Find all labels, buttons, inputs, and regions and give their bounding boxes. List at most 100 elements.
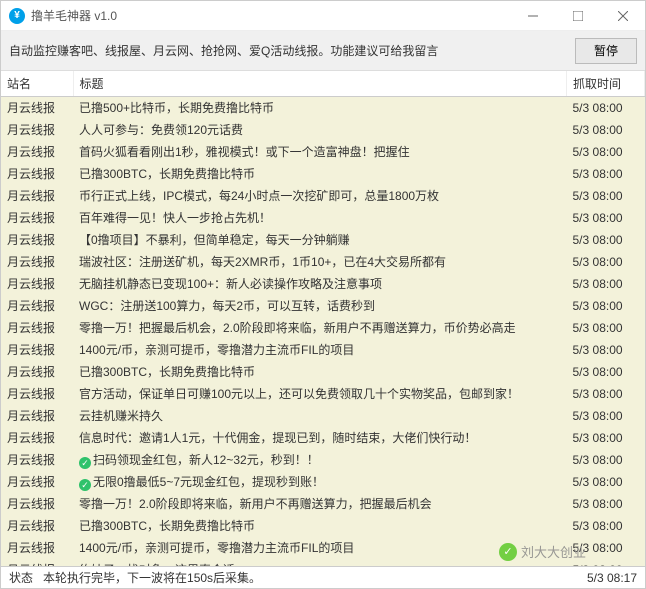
cell-time: 5/3 08:00	[567, 97, 645, 120]
cell-time: 5/3 08:00	[567, 361, 645, 383]
status-clock: 5/3 08:17	[587, 571, 637, 585]
table-row[interactable]: 月云线报瑞波社区：注册送矿机，每天2XMR币，1币10+，已在4大交易所都有5/…	[1, 251, 645, 273]
toolbar-description: 自动监控赚客吧、线报屋、月云网、抢抢网、爱Q活动线报。功能建议可给我留言	[9, 42, 575, 59]
table-row[interactable]: 月云线报WGC：注册送100算力，每天2币，可以互转，话费秒到5/3 08:00	[1, 295, 645, 317]
cell-time: 5/3 08:00	[567, 537, 645, 559]
table-row[interactable]: 月云线报币行正式上线，IPC模式，每24小时点一次挖矿即可，总量1800万枚5/…	[1, 185, 645, 207]
table-row[interactable]: 月云线报官方活动，保证单日可赚100元以上，还可以免费领取几十个实物奖品，包邮到…	[1, 383, 645, 405]
cell-site: 月云线报	[1, 163, 73, 185]
cell-title: 百年难得一见！快人一步抢占先机！	[73, 207, 567, 229]
status-label: 状态	[9, 569, 33, 586]
cell-site: 月云线报	[1, 185, 73, 207]
table-row[interactable]: 月云线报1400元/币，亲测可提币，零撸潜力主流币FIL的项目5/3 08:00	[1, 537, 645, 559]
cell-time: 5/3 08:00	[567, 229, 645, 251]
table-scroll[interactable]: 站名 标题 抓取时间 月云线报已撸500+比特币，长期免费撸比特币5/3 08:…	[1, 71, 645, 566]
cell-time: 5/3 08:00	[567, 207, 645, 229]
cell-time: 5/3 08:00	[567, 559, 645, 566]
cell-time: 5/3 08:00	[567, 185, 645, 207]
green-dot-icon: ✓	[79, 479, 91, 491]
status-message: 本轮执行完毕，下一波将在150s后采集。	[43, 569, 587, 586]
cell-title: 云挂机赚米持久	[73, 405, 567, 427]
cell-title: 1400元/币，亲测可提币，零撸潜力主流币FIL的项目	[73, 339, 567, 361]
window-title: 撸羊毛神器 v1.0	[31, 7, 510, 24]
table-row[interactable]: 月云线报约妹子，找对象，这里真合适5/3 08:00	[1, 559, 645, 566]
table-row[interactable]: 月云线报已撸300BTC，长期免费撸比特币5/3 08:00	[1, 515, 645, 537]
cell-title: 人人可参与：免费领120元话费	[73, 119, 567, 141]
cell-time: 5/3 08:00	[567, 449, 645, 471]
table-row[interactable]: 月云线报零撸一万！把握最后机会，2.0阶段即将来临，新用户不再赠送算力，币价势必…	[1, 317, 645, 339]
table-row[interactable]: 月云线报信息时代：邀请1人1元，十代佣金，提现已到，随时结束，大佬们快行动！5/…	[1, 427, 645, 449]
cell-time: 5/3 08:00	[567, 471, 645, 493]
table-row[interactable]: 月云线报已撸300BTC，长期免费撸比特币5/3 08:00	[1, 361, 645, 383]
cell-site: 月云线报	[1, 449, 73, 471]
cell-site: 月云线报	[1, 493, 73, 515]
cell-title: 已撸300BTC，长期免费撸比特币	[73, 361, 567, 383]
minimize-button[interactable]	[510, 1, 555, 31]
table-row[interactable]: 月云线报无脑挂机静态已变现100+：新人必读操作攻略及注意事项5/3 08:00	[1, 273, 645, 295]
cell-title: 官方活动，保证单日可赚100元以上，还可以免费领取几十个实物奖品，包邮到家！	[73, 383, 567, 405]
cell-title: 已撸500+比特币，长期免费撸比特币	[73, 97, 567, 120]
cell-time: 5/3 08:00	[567, 251, 645, 273]
cell-title: ✓扫码领现金红包，新人12~32元，秒到！！	[73, 449, 567, 471]
cell-site: 月云线报	[1, 559, 73, 566]
cell-time: 5/3 08:00	[567, 339, 645, 361]
close-button[interactable]	[600, 1, 645, 31]
cell-time: 5/3 08:00	[567, 273, 645, 295]
col-header-time[interactable]: 抓取时间	[567, 71, 645, 97]
cell-time: 5/3 08:00	[567, 317, 645, 339]
cell-time: 5/3 08:00	[567, 163, 645, 185]
cell-title: 首码火狐看看刚出1秒，雅视模式！或下一个造富神盘！把握住	[73, 141, 567, 163]
cell-title: WGC：注册送100算力，每天2币，可以互转，话费秒到	[73, 295, 567, 317]
cell-site: 月云线报	[1, 119, 73, 141]
cell-title: 无脑挂机静态已变现100+：新人必读操作攻略及注意事项	[73, 273, 567, 295]
app-icon: ¥	[9, 8, 25, 24]
cell-site: 月云线报	[1, 537, 73, 559]
cell-title: 【0撸项目】不暴利，但简单稳定，每天一分钟躺赚	[73, 229, 567, 251]
cell-site: 月云线报	[1, 427, 73, 449]
toolbar: 自动监控赚客吧、线报屋、月云网、抢抢网、爱Q活动线报。功能建议可给我留言 暂停	[1, 31, 645, 71]
cell-site: 月云线报	[1, 251, 73, 273]
table-row[interactable]: 月云线报✓无限0撸最低5~7元现金红包，提现秒到账！5/3 08:00	[1, 471, 645, 493]
cell-time: 5/3 08:00	[567, 119, 645, 141]
cell-site: 月云线报	[1, 471, 73, 493]
table-row[interactable]: 月云线报百年难得一见！快人一步抢占先机！5/3 08:00	[1, 207, 645, 229]
cell-site: 月云线报	[1, 295, 73, 317]
cell-title: 币行正式上线，IPC模式，每24小时点一次挖矿即可，总量1800万枚	[73, 185, 567, 207]
feed-table: 站名 标题 抓取时间 月云线报已撸500+比特币，长期免费撸比特币5/3 08:…	[1, 71, 645, 566]
cell-title: 已撸300BTC，长期免费撸比特币	[73, 515, 567, 537]
cell-site: 月云线报	[1, 273, 73, 295]
green-dot-icon: ✓	[79, 457, 91, 469]
cell-title: 瑞波社区：注册送矿机，每天2XMR币，1币10+，已在4大交易所都有	[73, 251, 567, 273]
cell-site: 月云线报	[1, 141, 73, 163]
cell-title: 零撸一万！2.0阶段即将来临，新用户不再赠送算力，把握最后机会	[73, 493, 567, 515]
cell-time: 5/3 08:00	[567, 493, 645, 515]
cell-time: 5/3 08:00	[567, 383, 645, 405]
maximize-button[interactable]	[555, 1, 600, 31]
table-row[interactable]: 月云线报1400元/币，亲测可提币，零撸潜力主流币FIL的项目5/3 08:00	[1, 339, 645, 361]
table-row[interactable]: 月云线报首码火狐看看刚出1秒，雅视模式！或下一个造富神盘！把握住5/3 08:0…	[1, 141, 645, 163]
cell-time: 5/3 08:00	[567, 405, 645, 427]
table-row[interactable]: 月云线报✓扫码领现金红包，新人12~32元，秒到！！5/3 08:00	[1, 449, 645, 471]
cell-site: 月云线报	[1, 339, 73, 361]
titlebar: ¥ 撸羊毛神器 v1.0	[1, 1, 645, 31]
cell-site: 月云线报	[1, 229, 73, 251]
cell-time: 5/3 08:00	[567, 515, 645, 537]
cell-site: 月云线报	[1, 97, 73, 120]
table-row[interactable]: 月云线报云挂机赚米持久5/3 08:00	[1, 405, 645, 427]
table-row[interactable]: 月云线报【0撸项目】不暴利，但简单稳定，每天一分钟躺赚5/3 08:00	[1, 229, 645, 251]
table-row[interactable]: 月云线报已撸500+比特币，长期免费撸比特币5/3 08:00	[1, 97, 645, 120]
pause-button[interactable]: 暂停	[575, 38, 637, 64]
status-bar: 状态 本轮执行完毕，下一波将在150s后采集。 5/3 08:17	[1, 566, 645, 588]
cell-site: 月云线报	[1, 207, 73, 229]
cell-site: 月云线报	[1, 405, 73, 427]
cell-title: 信息时代：邀请1人1元，十代佣金，提现已到，随时结束，大佬们快行动！	[73, 427, 567, 449]
col-header-site[interactable]: 站名	[1, 71, 73, 97]
cell-title: 已撸300BTC，长期免费撸比特币	[73, 163, 567, 185]
table-row[interactable]: 月云线报已撸300BTC，长期免费撸比特币5/3 08:00	[1, 163, 645, 185]
table-row[interactable]: 月云线报零撸一万！2.0阶段即将来临，新用户不再赠送算力，把握最后机会5/3 0…	[1, 493, 645, 515]
cell-title: 约妹子，找对象，这里真合适	[73, 559, 567, 566]
col-header-title[interactable]: 标题	[73, 71, 567, 97]
cell-site: 月云线报	[1, 361, 73, 383]
table-row[interactable]: 月云线报人人可参与：免费领120元话费5/3 08:00	[1, 119, 645, 141]
cell-time: 5/3 08:00	[567, 427, 645, 449]
